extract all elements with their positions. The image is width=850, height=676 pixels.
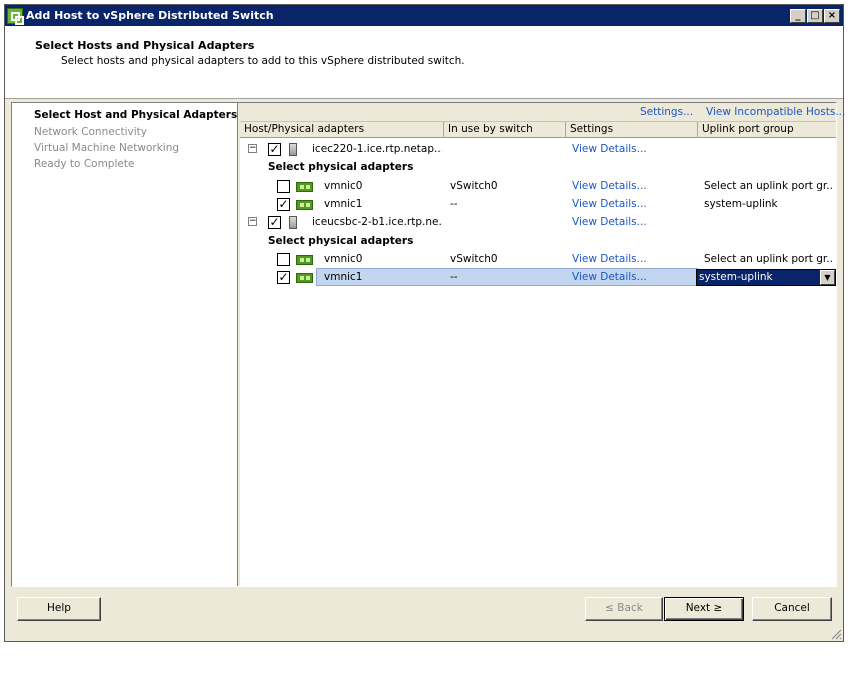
adapter-row[interactable]: vmnic0 vSwitch0 View Details... Select a… — [240, 177, 836, 195]
host-row[interactable]: − ✓ iceucsbc-2-b1.ice.rtp.ne... View Det… — [240, 213, 836, 231]
adapter-group-label: Select physical adapters — [268, 235, 414, 247]
view-details-link[interactable]: View Details... — [572, 198, 647, 210]
help-button[interactable]: Help — [17, 597, 101, 621]
uplink-port-group-select[interactable]: system-uplink ▼ — [696, 269, 836, 286]
adapter-row-selected[interactable]: ✓ vmnic1 -- View Details... system-uplin… — [240, 268, 836, 286]
chevron-down-icon[interactable]: ▼ — [820, 270, 835, 285]
window-title: Add Host to vSphere Distributed Switch — [26, 9, 274, 22]
adapter-checkbox[interactable]: ✓ — [277, 198, 290, 211]
adapter-name: vmnic1 — [324, 198, 363, 210]
host-name: icec220-1.ice.rtp.netap... — [312, 143, 442, 155]
view-incompatible-hosts-link[interactable]: View Incompatible Hosts... — [706, 106, 845, 118]
uplink-port-group[interactable]: Select an uplink port gr... — [704, 180, 834, 192]
title-bar[interactable]: Add Host to vSphere Distributed Switch _… — [5, 5, 843, 26]
adapter-name: vmnic0 — [324, 180, 363, 192]
step-vm-networking: Virtual Machine Networking — [34, 142, 180, 154]
adapter-group-row: Select physical adapters — [240, 158, 836, 176]
next-button[interactable]: Next ≥ — [664, 597, 744, 621]
back-button[interactable]: ≤ Back — [585, 597, 663, 621]
host-server-icon — [289, 143, 297, 156]
adapter-group-label: Select physical adapters — [268, 161, 414, 173]
host-name: iceucsbc-2-b1.ice.rtp.ne... — [312, 216, 442, 228]
window-controls: _ □ × — [790, 8, 840, 23]
resize-grip-icon[interactable] — [830, 628, 842, 640]
host-server-icon — [289, 216, 297, 229]
wizard-header: Select Hosts and Physical Adapters Selec… — [5, 26, 843, 99]
view-details-link[interactable]: View Details... — [572, 253, 647, 265]
cancel-button[interactable]: Cancel — [752, 597, 832, 621]
adapter-checkbox[interactable] — [277, 253, 290, 266]
adapter-row[interactable]: ✓ vmnic1 -- View Details... system-uplin… — [240, 195, 836, 213]
host-checkbox[interactable]: ✓ — [268, 216, 281, 229]
host-row[interactable]: − ✓ icec220-1.ice.rtp.netap... View Deta… — [240, 140, 836, 158]
step-network-connectivity: Network Connectivity — [34, 126, 147, 138]
content-frame: Select Host and Physical Adapters Networ… — [11, 102, 845, 587]
view-details-link[interactable]: View Details... — [572, 216, 647, 228]
in-use-by-switch: -- — [450, 271, 458, 283]
adapter-checkbox[interactable]: ✓ — [277, 271, 290, 284]
column-host-adapters[interactable]: Host/Physical adapters — [240, 122, 444, 138]
vsphere-app-icon — [7, 7, 24, 25]
network-adapter-icon — [296, 273, 313, 283]
in-use-by-switch: vSwitch0 — [450, 253, 498, 265]
adapter-group-row: Select physical adapters — [240, 232, 836, 250]
view-details-link[interactable]: View Details... — [572, 271, 647, 283]
collapse-icon[interactable]: − — [248, 217, 257, 226]
wizard-steps: Select Host and Physical Adapters Networ… — [12, 103, 238, 586]
step-select-hosts: Select Host and Physical Adapters — [34, 109, 238, 121]
uplink-port-group-value: system-uplink — [699, 271, 773, 283]
adapter-name: vmnic0 — [324, 253, 363, 265]
network-adapter-icon — [296, 182, 313, 192]
uplink-port-group[interactable]: system-uplink — [704, 198, 834, 210]
network-adapter-icon — [296, 255, 313, 265]
uplink-port-group[interactable]: Select an uplink port gr... — [704, 253, 834, 265]
wizard-window: Add Host to vSphere Distributed Switch _… — [4, 4, 845, 642]
close-button[interactable]: × — [824, 8, 840, 23]
adapter-row[interactable]: vmnic0 vSwitch0 View Details... Select a… — [240, 250, 836, 268]
view-details-link[interactable]: View Details... — [572, 143, 647, 155]
column-settings[interactable]: Settings — [566, 122, 698, 138]
host-adapter-pane: Settings... View Incompatible Hosts... H… — [240, 103, 845, 586]
adapter-checkbox[interactable] — [277, 180, 290, 193]
in-use-by-switch: -- — [450, 198, 458, 210]
in-use-by-switch: vSwitch0 — [450, 180, 498, 192]
collapse-icon[interactable]: − — [248, 144, 257, 153]
links-bar: Settings... View Incompatible Hosts... — [240, 103, 845, 121]
page-subtitle: Select hosts and physical adapters to ad… — [61, 55, 465, 67]
column-in-use-by-switch[interactable]: In use by switch — [444, 122, 566, 138]
view-details-link[interactable]: View Details... — [572, 180, 647, 192]
step-ready-to-complete: Ready to Complete — [34, 158, 135, 170]
minimize-button[interactable]: _ — [790, 8, 806, 23]
page-title: Select Hosts and Physical Adapters — [35, 39, 255, 52]
grid-header: Host/Physical adapters In use by switch … — [240, 121, 836, 138]
settings-link[interactable]: Settings... — [640, 106, 693, 118]
maximize-button[interactable]: □ — [807, 8, 823, 23]
adapter-name: vmnic1 — [324, 271, 363, 283]
network-adapter-icon — [296, 200, 313, 210]
host-checkbox[interactable]: ✓ — [268, 143, 281, 156]
column-uplink-port-group[interactable]: Uplink port group — [698, 122, 836, 138]
